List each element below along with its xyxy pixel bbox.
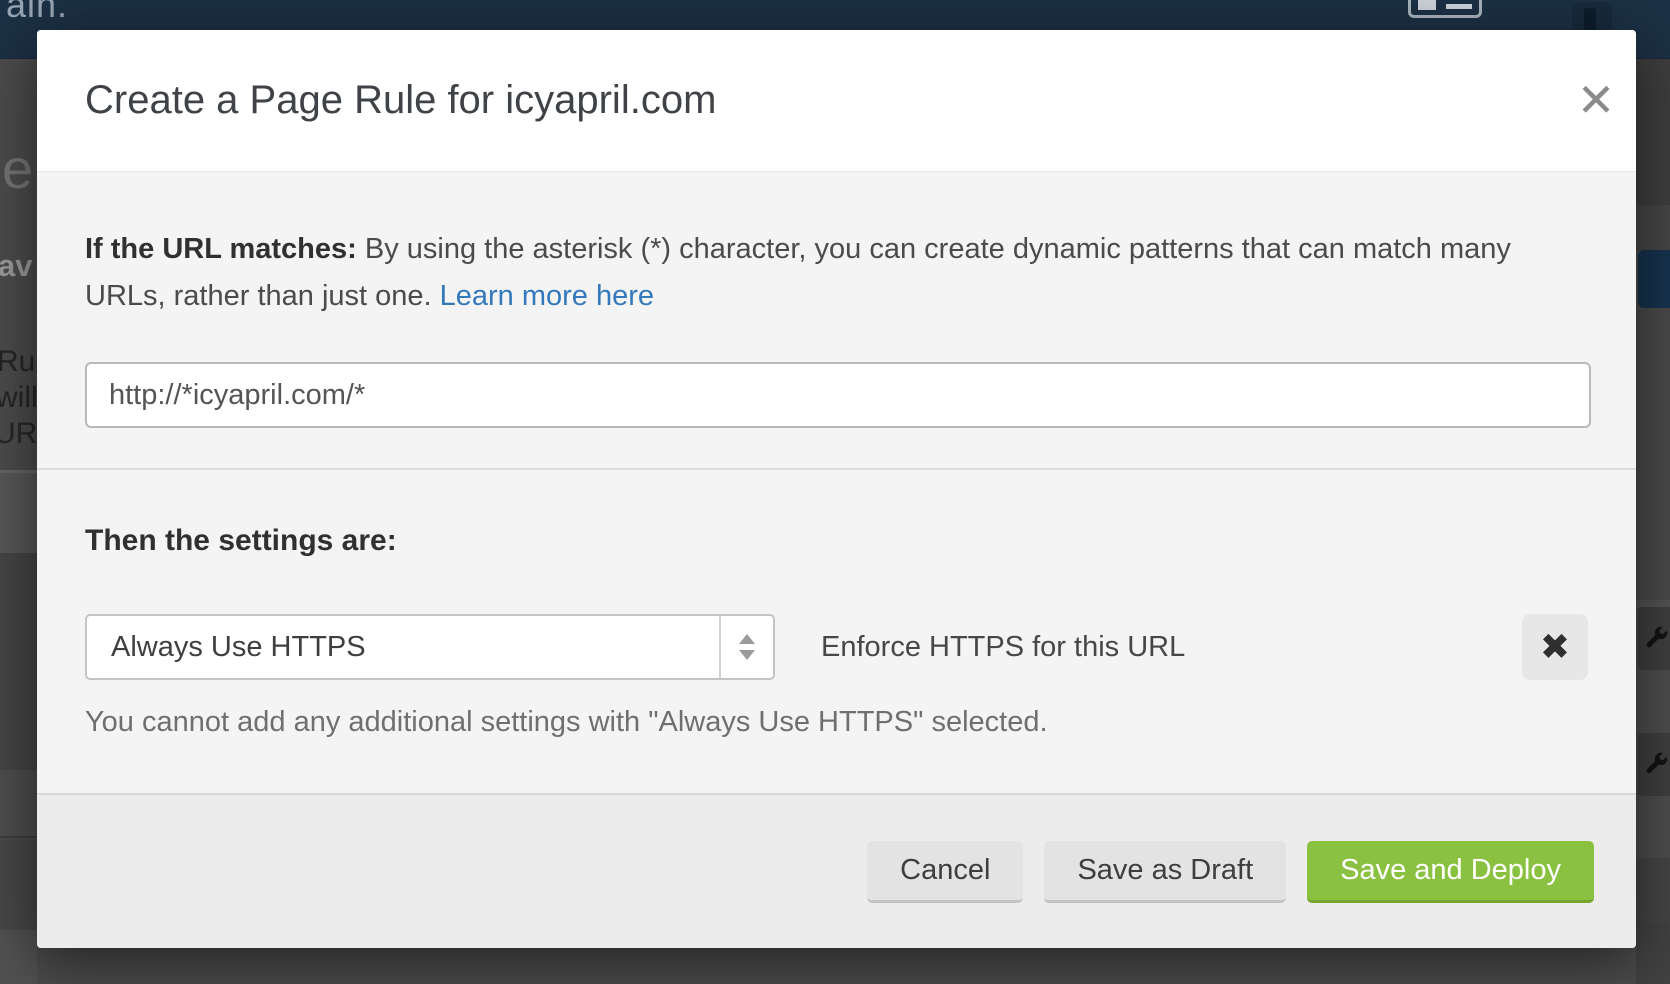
- cancel-button[interactable]: Cancel: [867, 841, 1023, 903]
- url-match-description: If the URL matches: By using the asteris…: [85, 226, 1570, 320]
- chevron-up-icon: [739, 634, 755, 644]
- background-row: [0, 470, 37, 553]
- clipped-text-fragment: Ru: [0, 345, 35, 379]
- background-row: [0, 840, 37, 930]
- setting-row: Always Use HTTPS Enforce HTTPS for this …: [85, 614, 1588, 680]
- background-row: [1636, 600, 1670, 607]
- url-match-label: If the URL matches:: [85, 233, 357, 265]
- setting-description: Enforce HTTPS for this URL: [821, 631, 1185, 664]
- clipped-text-fragment: av: [0, 248, 32, 284]
- modal-header: Create a Page Rule for icyapril.com ✕: [37, 30, 1636, 172]
- clipped-text-fragment: UR: [0, 417, 37, 451]
- clipped-text-fragment: will: [0, 381, 37, 415]
- background-row: [1636, 205, 1670, 250]
- url-pattern-input[interactable]: [85, 362, 1591, 428]
- save-as-draft-button[interactable]: Save as Draft: [1044, 841, 1286, 903]
- wrench-icon: [1644, 752, 1670, 778]
- clipped-blue-button: [1638, 250, 1670, 308]
- edit-rule-button: [1638, 607, 1670, 670]
- background-row: [0, 553, 37, 770]
- url-match-section: If the URL matches: By using the asteris…: [37, 172, 1636, 470]
- save-and-deploy-button[interactable]: Save and Deploy: [1307, 841, 1594, 903]
- setting-select-value: Always Use HTTPS: [87, 631, 366, 664]
- clipped-text-fragment: e: [2, 136, 33, 201]
- background-left-edge: e av Ru will UR: [0, 59, 37, 984]
- settings-heading: Then the settings are:: [85, 524, 1588, 558]
- close-icon: ✕: [1577, 77, 1616, 123]
- background-right-edge: [1636, 59, 1670, 984]
- wrench-icon: [1644, 626, 1670, 652]
- background-row: [1636, 796, 1670, 858]
- learn-more-link[interactable]: Learn more here: [440, 280, 654, 312]
- cards-icon: [1408, 0, 1482, 18]
- modal-title: Create a Page Rule for icyapril.com: [85, 78, 716, 123]
- remove-icon: ✖: [1540, 627, 1570, 668]
- background-row: [0, 770, 37, 838]
- select-spinner-icon[interactable]: [719, 616, 773, 678]
- settings-section: Then the settings are: Always Use HTTPS …: [37, 470, 1636, 793]
- screen: ain. e av Ru will UR: [0, 0, 1670, 984]
- close-button[interactable]: ✕: [1564, 68, 1628, 132]
- background-row: [1636, 670, 1670, 733]
- chevron-down-icon: [739, 650, 755, 660]
- setting-note: You cannot add any additional settings w…: [85, 706, 1588, 739]
- modal-footer: Cancel Save as Draft Save and Deploy: [37, 793, 1636, 948]
- clipped-domain-text: ain.: [6, 0, 68, 26]
- create-page-rule-modal: Create a Page Rule for icyapril.com ✕ If…: [37, 30, 1636, 948]
- remove-setting-button[interactable]: ✖: [1522, 614, 1588, 680]
- background-row: [1636, 858, 1670, 922]
- edit-rule-button: [1638, 733, 1670, 796]
- background-row: [1636, 922, 1670, 984]
- background-row: [1636, 59, 1670, 205]
- setting-select[interactable]: Always Use HTTPS: [85, 614, 775, 680]
- background-row: [0, 930, 37, 984]
